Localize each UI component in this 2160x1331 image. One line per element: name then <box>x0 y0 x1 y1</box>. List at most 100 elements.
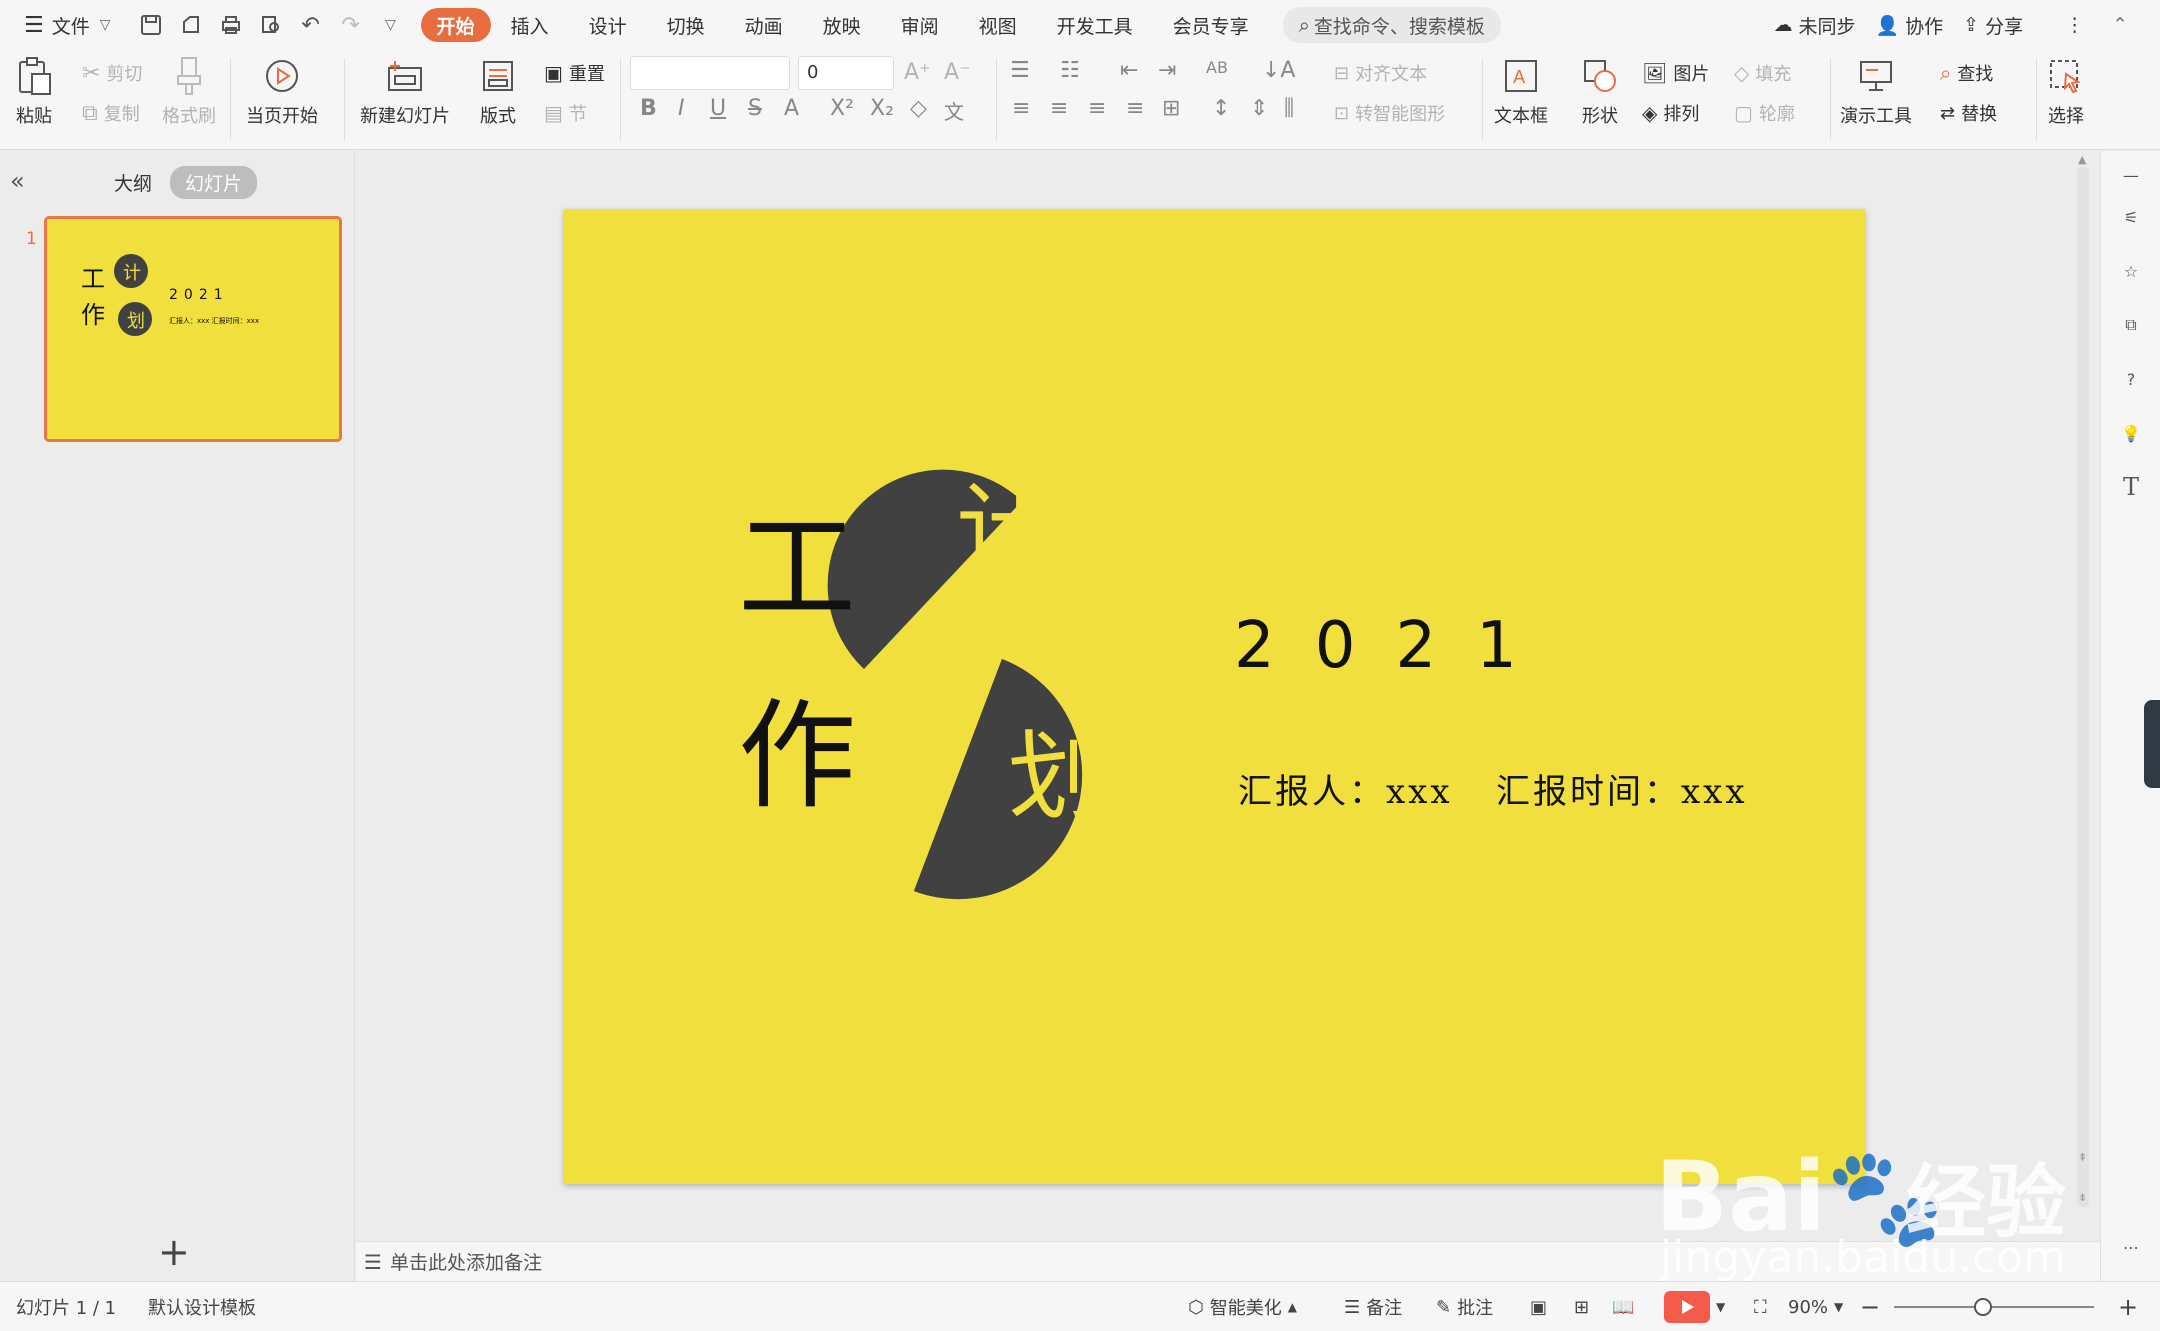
title-char-hua[interactable]: 划 <box>1008 729 1104 825</box>
undo-icon[interactable]: ↶ <box>291 8 331 42</box>
command-search-box[interactable]: ⌕ 查找命令、搜索模板 <box>1282 7 1501 43</box>
slide-report-time[interactable]: 汇报时间：xxx <box>1496 764 1748 813</box>
font-size-input[interactable]: 0 <box>798 56 894 90</box>
outline-button[interactable]: ▢ 轮廓 <box>1734 100 1795 126</box>
properties-icon[interactable]: ⚟ <box>2115 201 2147 233</box>
bold-icon[interactable]: B <box>640 96 657 121</box>
replace-button[interactable]: ⇄ 替换 <box>1940 100 1997 126</box>
text-format-icon[interactable]: T <box>2115 471 2147 503</box>
find-button[interactable]: ⌕ 查找 <box>1940 60 1993 86</box>
slide[interactable]: 工 作 计 划 2021 汇报人：xxx 汇报时间：xxx <box>564 209 1865 1184</box>
more-pane-icon[interactable]: ⋯ <box>2115 1231 2147 1263</box>
tab-design[interactable]: 设计 <box>569 8 647 42</box>
shape-button[interactable]: 形状 <box>1580 56 1620 128</box>
redo-icon[interactable]: ↷ <box>331 8 371 42</box>
presentation-tools-button[interactable]: 演示工具 <box>1840 56 1912 128</box>
font-family-select[interactable] <box>630 56 790 90</box>
scrollbar-track[interactable] <box>2077 167 2089 1207</box>
italic-icon[interactable]: I <box>678 96 685 121</box>
side-edge-handle[interactable] <box>2144 700 2160 788</box>
sync-status-button[interactable]: ☁ 未同步 <box>1763 8 1865 42</box>
reset-button[interactable]: ▣ 重置 <box>544 60 605 86</box>
tab-developer[interactable]: 开发工具 <box>1037 8 1153 42</box>
slide-sorter-view-icon[interactable]: ⊞ <box>1574 1282 1589 1331</box>
fill-button[interactable]: ◇ 填充 <box>1734 60 1791 86</box>
arrange-button[interactable]: ◈ 排列 <box>1642 100 1699 126</box>
play-slideshow-button[interactable] <box>1664 1291 1710 1323</box>
cut-button[interactable]: ✂ 剪切 <box>82 60 142 86</box>
collaborate-button[interactable]: 👤 协作 <box>1865 8 1953 42</box>
tab-outline[interactable]: 大纲 <box>114 169 152 196</box>
tab-member[interactable]: 会员专享 <box>1153 8 1269 42</box>
slide-thumbnail[interactable]: 工 作 计 划 2021 汇报人：xxx 汇报时间：xxx <box>44 216 342 442</box>
collapse-panel-icon[interactable]: « <box>10 167 25 195</box>
tab-transition[interactable]: 切换 <box>647 8 725 42</box>
format-painter-button[interactable]: 格式刷 <box>162 56 216 128</box>
tab-slides[interactable]: 幻灯片 <box>170 166 258 199</box>
zoom-level[interactable]: 90% ▼ <box>1788 1282 1843 1331</box>
smart-beautify-button[interactable]: ⬡ 智能美化 ▲ <box>1188 1282 1297 1331</box>
section-button[interactable]: ▤ 节 <box>544 100 587 126</box>
scroll-up-icon[interactable]: ▲ <box>2078 153 2086 166</box>
align-center-icon[interactable]: ≡ <box>1050 96 1068 121</box>
notes-toggle-button[interactable]: ☰ 备注 <box>1344 1282 1402 1331</box>
slide-year[interactable]: 2021 <box>1234 609 1557 683</box>
help-icon[interactable]: ? <box>2115 363 2147 395</box>
reading-view-icon[interactable]: 📖 <box>1612 1282 1634 1331</box>
distribute-icon[interactable]: ⊞ <box>1162 96 1180 121</box>
more-quick-icon[interactable]: ▽ <box>371 8 411 42</box>
tab-animation[interactable]: 动画 <box>725 8 803 42</box>
file-menu[interactable]: ☰ 文件 ▽ <box>14 8 121 42</box>
zoom-slider-track[interactable] <box>1894 1306 2094 1308</box>
column-icon[interactable]: ⫼ <box>1284 96 1294 121</box>
scroll-next-page-icon[interactable]: ⇟ <box>2078 1191 2087 1204</box>
add-slide-plus-icon[interactable]: + <box>158 1233 190 1271</box>
numbered-list-icon[interactable]: ☷ <box>1060 58 1080 83</box>
shrink-font-icon[interactable]: A⁻ <box>944 60 971 85</box>
slide-reporter[interactable]: 汇报人：xxx <box>1238 764 1453 813</box>
share-button[interactable]: ⇪ 分享 <box>1953 8 2033 42</box>
paste-button[interactable]: 粘贴 <box>14 56 54 128</box>
align-text-button[interactable]: ⊟ 对齐文本 <box>1334 60 1427 86</box>
title-char-gong[interactable]: 工 <box>738 509 856 627</box>
layout-button[interactable]: 版式 <box>478 56 518 128</box>
superscript-icon[interactable]: X² <box>830 96 854 121</box>
normal-view-icon[interactable]: ▣ <box>1530 1282 1547 1331</box>
picture-button[interactable]: 🖼 图片 <box>1642 60 1709 86</box>
comments-button[interactable]: ✎ 批注 <box>1436 1282 1493 1331</box>
print-preview-icon[interactable] <box>251 8 291 42</box>
zoom-in-icon[interactable]: + <box>2118 1282 2138 1331</box>
bullet-list-icon[interactable]: ☰ <box>1010 58 1030 83</box>
select-button[interactable]: 选择 <box>2046 56 2086 128</box>
sort-icon[interactable]: ↓A <box>1262 58 1295 83</box>
textbox-button[interactable]: A 文本框 <box>1494 56 1548 128</box>
justify-icon[interactable]: ≡ <box>1126 96 1144 121</box>
pane-collapse-icon[interactable]: — <box>2115 159 2147 191</box>
template-name[interactable]: 默认设计模板 <box>148 1282 256 1331</box>
tab-insert[interactable]: 插入 <box>491 8 569 42</box>
underline-icon[interactable]: U <box>710 96 726 121</box>
text-spacing-icon[interactable]: AB <box>1206 58 1228 77</box>
play-from-current-button[interactable]: 当页开始 <box>246 56 318 128</box>
subscript-icon[interactable]: X₂ <box>870 96 894 121</box>
tab-slideshow[interactable]: 放映 <box>803 8 881 42</box>
fit-window-icon[interactable]: ⛶ <box>1754 1282 1767 1331</box>
play-options-chevron-icon[interactable]: ▼ <box>1716 1282 1725 1331</box>
lightbulb-icon[interactable]: 💡 <box>2115 417 2147 449</box>
paragraph-spacing-icon[interactable]: ⇕ <box>1250 96 1268 121</box>
increase-indent-icon[interactable]: ⇥ <box>1158 58 1176 83</box>
align-left-icon[interactable]: ≡ <box>1012 96 1030 121</box>
copy-button[interactable]: ⧉ 复制 <box>82 100 140 126</box>
new-slide-button[interactable]: 新建幻灯片 <box>360 56 450 128</box>
scroll-prev-page-icon[interactable]: ⇞ <box>2078 1151 2087 1164</box>
decrease-indent-icon[interactable]: ⇤ <box>1120 58 1138 83</box>
zoom-slider-knob[interactable] <box>1974 1298 1992 1316</box>
strikethrough-icon[interactable]: S <box>748 96 762 121</box>
font-color-icon[interactable]: A <box>784 96 799 121</box>
align-right-icon[interactable]: ≡ <box>1088 96 1106 121</box>
collapse-ribbon-icon[interactable]: ⌃ <box>2102 8 2138 42</box>
slide-copy-icon[interactable]: ⧉ <box>2115 309 2147 341</box>
canvas-vertical-scrollbar[interactable]: ▲ ⇞ ⇟ <box>2074 151 2092 1241</box>
tab-view[interactable]: 视图 <box>959 8 1037 42</box>
more-options-icon[interactable]: ⋮ <box>2055 8 2094 42</box>
